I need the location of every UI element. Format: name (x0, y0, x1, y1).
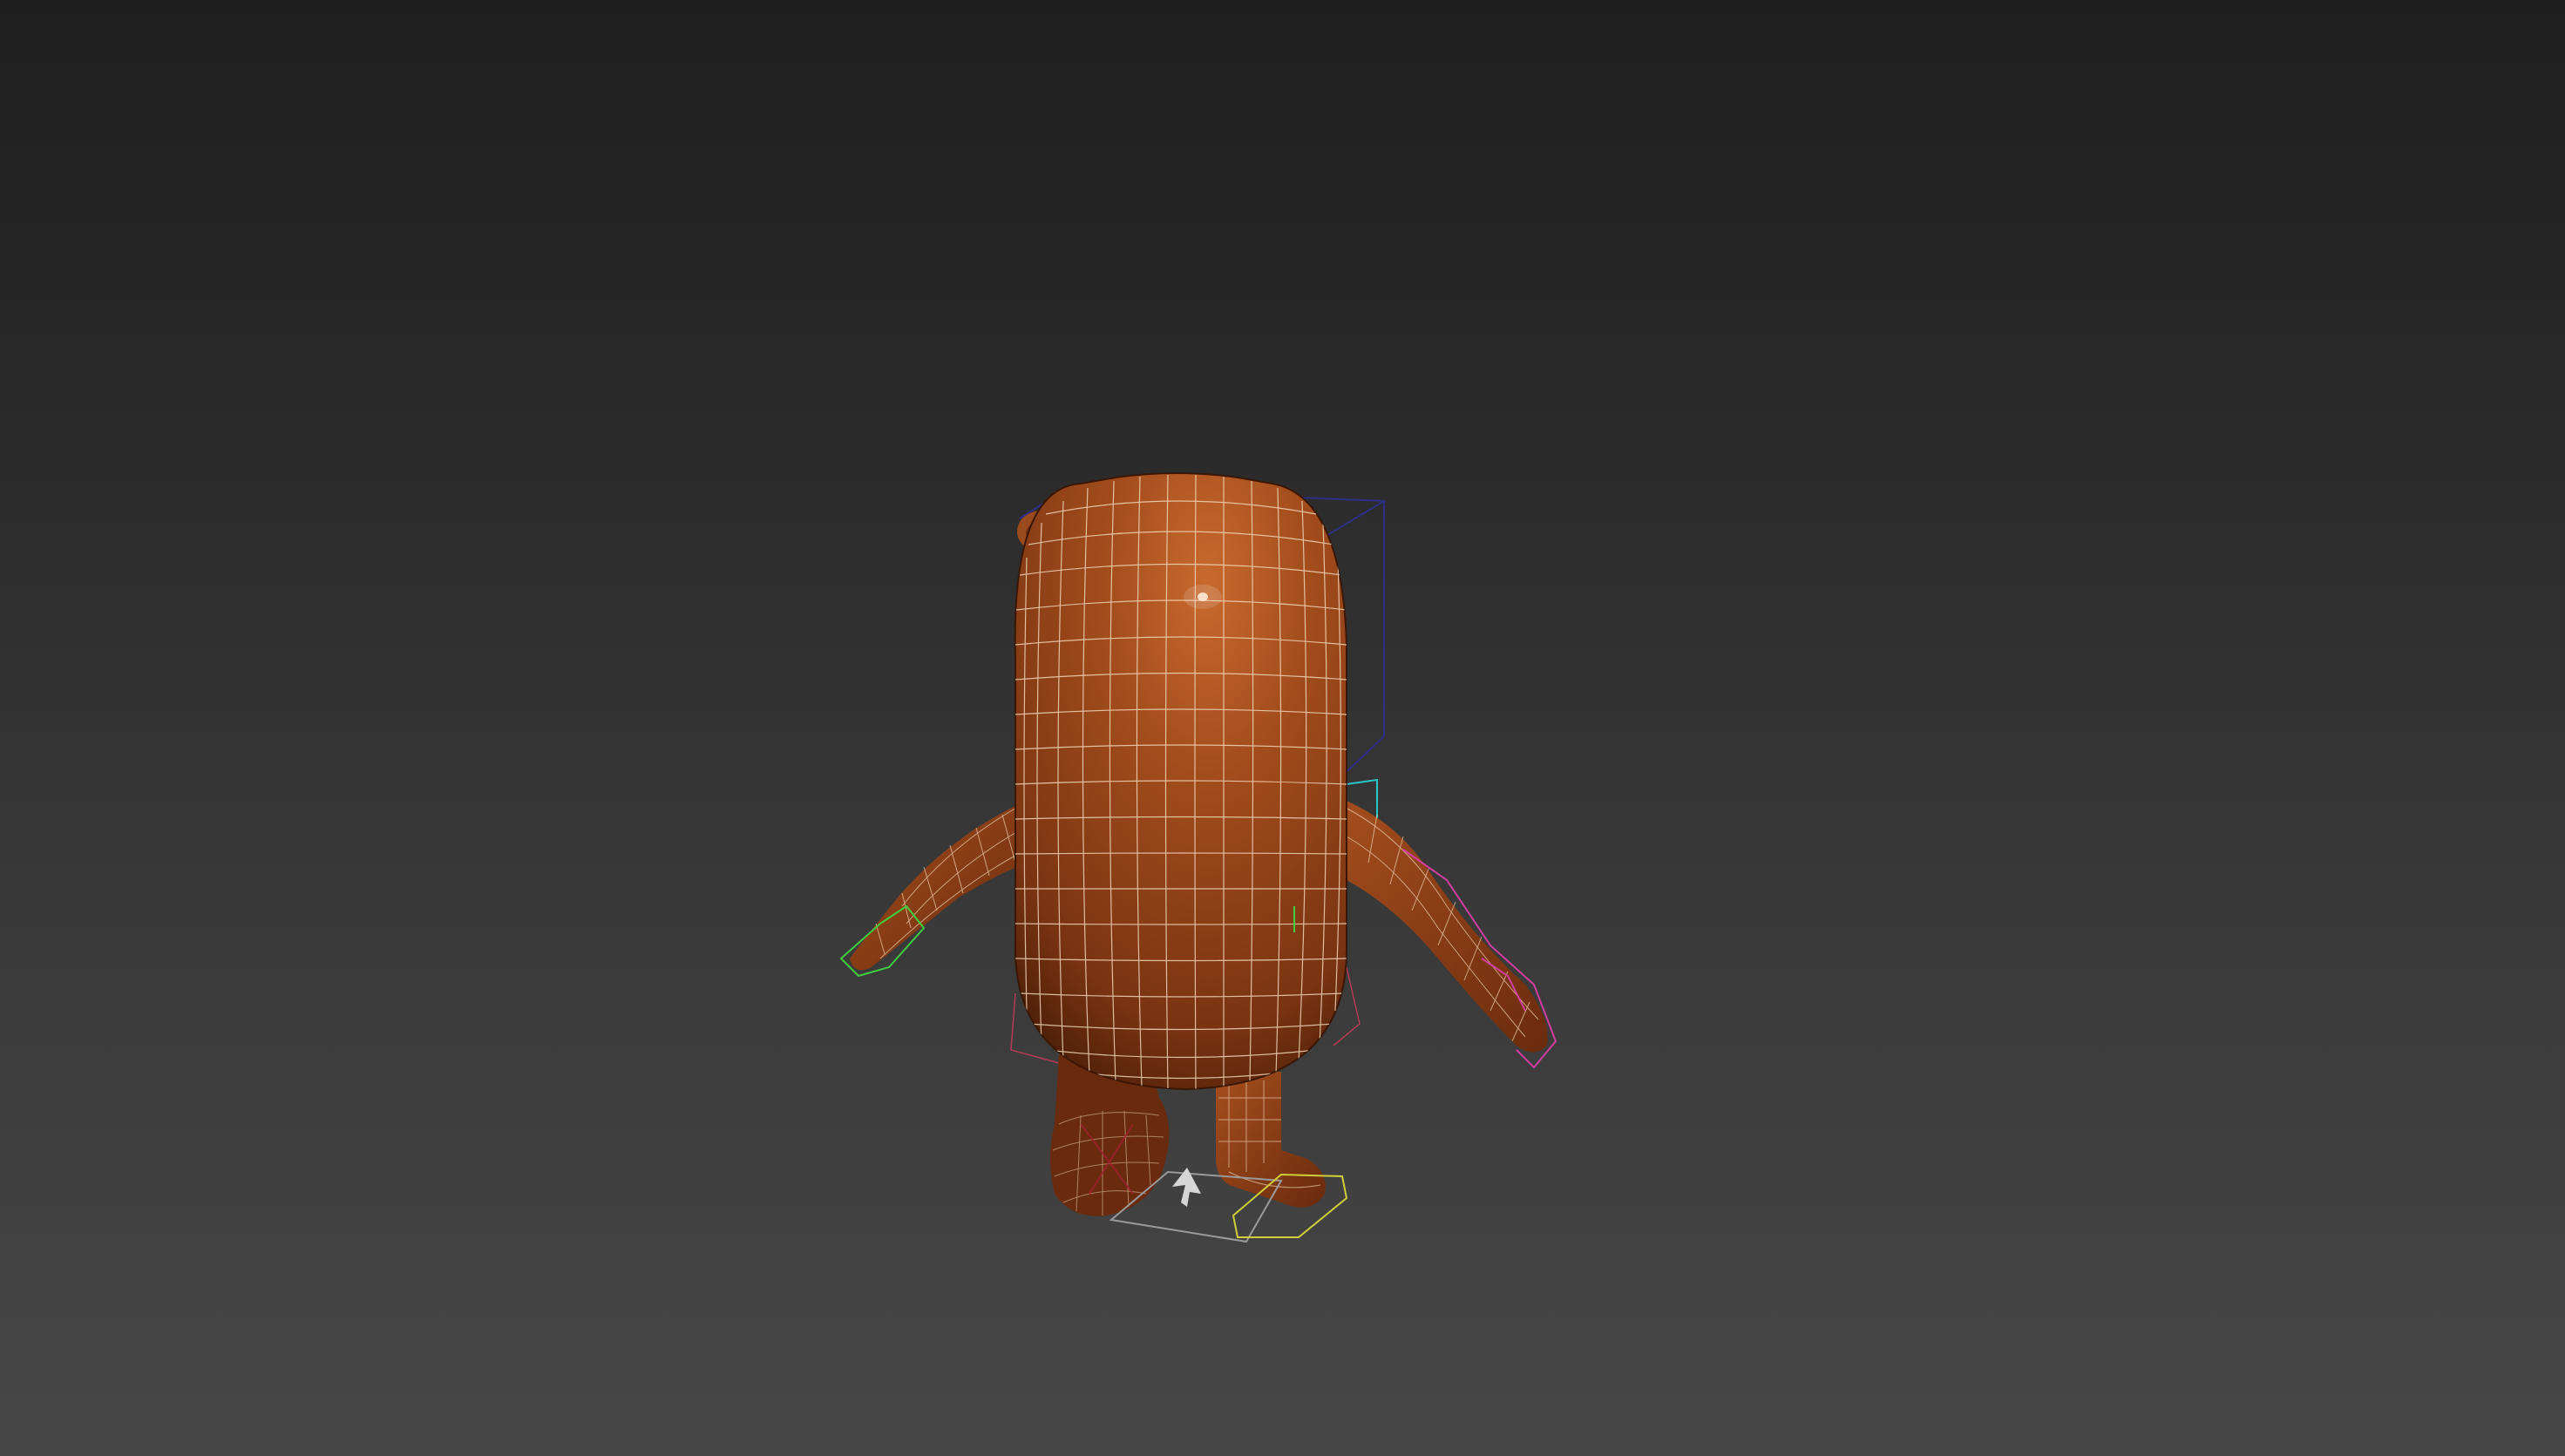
character-scene[interactable] (0, 0, 2565, 1456)
3d-viewport[interactable] (0, 0, 2565, 1456)
left-arm[interactable] (839, 802, 1028, 978)
right-arm[interactable] (1338, 797, 1557, 1069)
right-leg[interactable] (1216, 1072, 1326, 1208)
character-body[interactable] (1014, 472, 1347, 1091)
